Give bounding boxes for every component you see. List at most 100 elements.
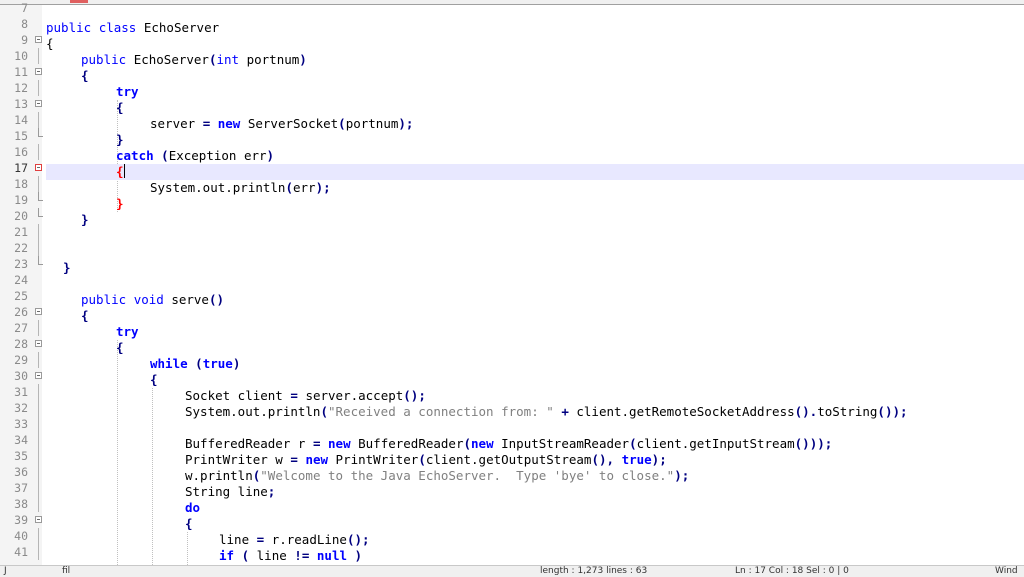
line-number-row: 23 — [0, 256, 44, 272]
fold-toggle-icon[interactable] — [35, 100, 42, 107]
code-line-10: public EchoServer(int portnum) — [81, 52, 307, 67]
status-file-type: J — [4, 566, 7, 576]
code-line-20: } — [81, 212, 89, 227]
line-number-row: 13 — [0, 96, 44, 112]
fold-toggle-icon[interactable] — [35, 308, 42, 315]
fold-toggle-icon[interactable] — [35, 372, 42, 379]
fold-line — [38, 320, 39, 336]
code-line-11: { — [81, 68, 89, 83]
line-number-row: 16 — [0, 144, 44, 160]
code-line-31: Socket client = server.accept(); — [185, 388, 426, 403]
line-number: 37 — [14, 481, 28, 495]
line-number: 13 — [14, 97, 28, 111]
line-number-row: 17 — [0, 160, 44, 176]
fold-toggle-icon[interactable] — [35, 164, 42, 171]
line-number: 35 — [14, 449, 28, 463]
line-number-row: 36 — [0, 464, 44, 480]
code-line-12: try — [116, 84, 139, 99]
fold-line — [38, 528, 39, 544]
line-number-row: 15 — [0, 128, 44, 144]
code-line-39: { — [185, 516, 193, 531]
line-number: 17 — [14, 161, 28, 175]
code-line-15: } — [116, 132, 124, 147]
line-number: 25 — [14, 289, 28, 303]
code-line-36: w.println("Welcome to the Java EchoServe… — [185, 468, 690, 483]
line-number-row: 22 — [0, 240, 44, 256]
fold-toggle-icon[interactable] — [35, 340, 42, 347]
line-number-row: 11 — [0, 64, 44, 80]
code-line-18: System.out.println(err); — [150, 180, 331, 195]
line-number-row: 41 — [0, 544, 44, 560]
code-line-37: String line; — [185, 484, 276, 499]
code-line-25: public void serve() — [81, 292, 225, 307]
fold-line — [38, 448, 39, 464]
code-line-28: { — [116, 340, 124, 355]
line-number-row: 37 — [0, 480, 44, 496]
line-number: 9 — [21, 33, 28, 47]
fold-line — [38, 144, 39, 160]
line-number: 36 — [14, 465, 28, 479]
line-number-row: 35 — [0, 448, 44, 464]
status-right: Wind — [995, 566, 1018, 576]
fold-line — [38, 48, 39, 64]
line-number: 10 — [14, 49, 28, 63]
line-number: 15 — [14, 129, 28, 143]
line-number: 29 — [14, 353, 28, 367]
line-number: 39 — [14, 513, 28, 527]
status-file: fil — [62, 566, 71, 576]
fold-line — [38, 80, 39, 96]
fold-toggle-icon[interactable] — [35, 68, 42, 75]
code-line-35: PrintWriter w = new PrintWriter(client.g… — [185, 452, 667, 467]
fold-end-marker — [38, 128, 43, 137]
fold-line — [38, 416, 39, 432]
line-number: 22 — [14, 241, 28, 255]
line-number-row: 34 — [0, 432, 44, 448]
line-number: 38 — [14, 497, 28, 511]
fold-line — [38, 384, 39, 400]
close-icon[interactable] — [70, 0, 88, 3]
current-line-highlight — [46, 164, 1024, 180]
line-number-row: 7 — [0, 0, 44, 16]
fold-line — [38, 240, 39, 256]
fold-toggle-icon[interactable] — [35, 36, 42, 43]
line-number: 23 — [14, 257, 28, 271]
line-number-row: 18 — [0, 176, 44, 192]
code-line-38: do — [185, 500, 201, 515]
line-number: 28 — [14, 337, 28, 351]
line-number: 40 — [14, 529, 28, 543]
line-number-row: 12 — [0, 80, 44, 96]
status-position: Ln : 17 Col : 18 Sel : 0 | 0 — [735, 566, 849, 576]
code-line-23: } — [63, 260, 71, 275]
line-number-row: 8 — [0, 16, 44, 32]
fold-line — [38, 224, 39, 240]
line-number-row: 10 — [0, 48, 44, 64]
line-number-row: 19 — [0, 192, 44, 208]
line-number: 33 — [14, 417, 28, 431]
code-line-9: { — [46, 36, 54, 51]
fold-line — [38, 480, 39, 496]
line-number-row: 25 — [0, 288, 44, 304]
line-number: 24 — [14, 273, 28, 287]
fold-line — [38, 496, 39, 512]
code-line-40: line = r.readLine(); — [219, 532, 370, 547]
line-number: 7 — [21, 1, 28, 15]
code-editor[interactable]: 7 8 9 10 11 12 13 14 15 16 17 18 19 20 21 22 23 24 25 26 27 2… — [0, 1, 1024, 565]
line-number-row: 31 — [0, 384, 44, 400]
line-number: 20 — [14, 209, 28, 223]
fold-line — [38, 432, 39, 448]
line-number-row: 33 — [0, 416, 44, 432]
fold-toggle-icon[interactable] — [35, 516, 42, 523]
fold-end-marker — [38, 256, 43, 265]
line-number: 31 — [14, 385, 28, 399]
line-number: 14 — [14, 113, 28, 127]
code-line-19: } — [116, 196, 124, 211]
code-line-17: { — [116, 164, 125, 179]
fold-line — [38, 352, 39, 368]
line-number: 41 — [14, 545, 28, 559]
indent-guide — [152, 388, 153, 565]
fold-line — [38, 112, 39, 128]
line-number-row: 39 — [0, 512, 44, 528]
line-number-row: 20 — [0, 208, 44, 224]
code-line-16: catch (Exception err) — [116, 148, 275, 163]
code-line-26: { — [81, 308, 89, 323]
